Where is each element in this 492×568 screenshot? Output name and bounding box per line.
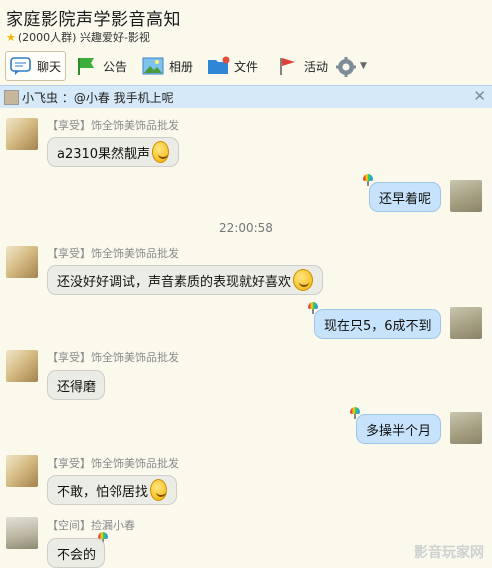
tab-files[interactable]: 文件 bbox=[207, 51, 258, 81]
chevron-down-icon: ▼ bbox=[360, 61, 367, 71]
tab-announce-label: 公告 bbox=[103, 59, 128, 74]
message-bubble: 还没好好调试，声音素质的表现就好喜欢 bbox=[47, 265, 323, 295]
notice-text: 小飞虫 ：@小春 我手机上呢 bbox=[22, 91, 174, 105]
message-text: 多操半个月 bbox=[366, 423, 432, 439]
message-text: 还早着呢 bbox=[379, 191, 432, 207]
message-text: 还得磨 bbox=[57, 379, 97, 395]
message-text: 现在只5，6成不到 bbox=[324, 318, 432, 334]
tab-chat-label: 聊天 bbox=[37, 59, 62, 74]
tab-announce[interactable]: 公告 bbox=[76, 51, 127, 81]
timestamp: 22:00:58 bbox=[219, 221, 273, 235]
avatar[interactable] bbox=[6, 517, 38, 549]
tab-events[interactable]: 活动 bbox=[277, 51, 328, 81]
watermark: 影音玩家网 bbox=[414, 545, 484, 561]
message-text: 不敢，怕邻居找 bbox=[57, 484, 149, 500]
message-bubble: 还早着呢 bbox=[369, 182, 441, 212]
flag-icon bbox=[76, 56, 98, 76]
message-text: 不会的 bbox=[57, 547, 97, 563]
message-bubble: 多操半个月 bbox=[356, 414, 441, 444]
avatar[interactable] bbox=[450, 307, 482, 339]
photo-icon bbox=[142, 56, 164, 76]
message-bubble: 还得磨 bbox=[47, 370, 105, 400]
message-bubble: 不会的 bbox=[47, 538, 105, 568]
tab-chat[interactable]: 聊天 bbox=[5, 51, 67, 81]
avatar[interactable] bbox=[6, 246, 38, 278]
message-text: a2310果然靓声 bbox=[57, 146, 151, 162]
avatar[interactable] bbox=[6, 455, 38, 487]
sender-name[interactable]: 【享受】饰全饰美饰品批发 bbox=[47, 245, 179, 261]
chat-bubble-icon bbox=[10, 56, 32, 76]
toolbar: 聊天 公告 相册 文件 活动 ▼ bbox=[0, 47, 492, 85]
sender-name[interactable]: 【享受】饰全饰美饰品批发 bbox=[47, 349, 179, 365]
settings-button[interactable]: ▼ bbox=[335, 51, 367, 81]
avatar[interactable] bbox=[6, 118, 38, 150]
tab-album-label: 相册 bbox=[169, 59, 194, 74]
message-bubble: 不敢，怕邻居找 bbox=[47, 475, 177, 505]
thinking-face-icon bbox=[150, 479, 167, 501]
pennant-icon bbox=[277, 56, 299, 76]
close-icon[interactable]: ✕ bbox=[473, 87, 486, 105]
tab-album[interactable]: 相册 bbox=[142, 51, 193, 81]
avatar[interactable] bbox=[450, 180, 482, 212]
group-title: 家庭影院声学影音高知 bbox=[6, 10, 181, 30]
message-bubble: 现在只5，6成不到 bbox=[314, 309, 441, 339]
sender-avatar bbox=[4, 90, 19, 105]
avatar[interactable] bbox=[450, 412, 482, 444]
chat-area[interactable]: 【享受】饰全饰美饰品批发 a2310果然靓声 还早着呢 22:00:58 【享受… bbox=[0, 108, 492, 568]
group-tag: 兴趣爱好-影视 bbox=[79, 31, 150, 44]
sender-name[interactable]: 【享受】饰全饰美饰品批发 bbox=[47, 117, 179, 133]
sender-name[interactable]: 【享受】饰全饰美饰品批发 bbox=[47, 455, 179, 471]
smiley-icon bbox=[152, 141, 169, 163]
star-icon: ★ bbox=[6, 31, 16, 44]
group-subtitle: ★ (2000人群) 兴趣爱好-影视 bbox=[6, 29, 150, 45]
grin-icon bbox=[293, 269, 313, 291]
member-count: (2000人群) bbox=[17, 31, 77, 44]
notice-bar[interactable]: 小飞虫 ：@小春 我手机上呢 ✕ bbox=[0, 85, 492, 109]
folder-icon bbox=[207, 56, 230, 76]
message-text: 还没好好调试，声音素质的表现就好喜欢 bbox=[57, 274, 292, 290]
message-bubble: a2310果然靓声 bbox=[47, 137, 179, 167]
sender-name[interactable]: 【空间】捡漏小春 bbox=[47, 517, 135, 533]
avatar[interactable] bbox=[6, 350, 38, 382]
tab-events-label: 活动 bbox=[304, 59, 329, 74]
group-header: 家庭影院声学影音高知 ★ (2000人群) 兴趣爱好-影视 bbox=[0, 0, 492, 47]
gear-icon bbox=[335, 56, 357, 77]
tab-files-label: 文件 bbox=[234, 59, 259, 74]
